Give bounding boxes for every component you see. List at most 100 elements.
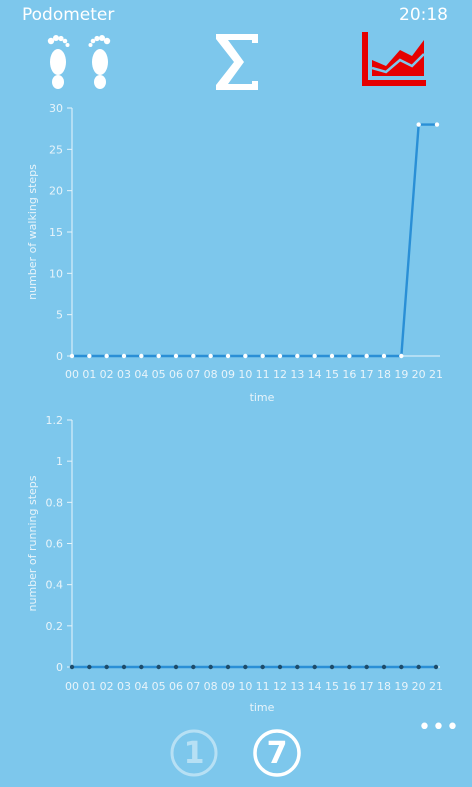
- x-tick-label: 15: [325, 368, 339, 381]
- data-point: [364, 664, 369, 670]
- x-tick-label: 17: [360, 680, 374, 693]
- y-tick-label: 15: [49, 226, 63, 239]
- y-tick-label: 5: [56, 309, 63, 322]
- x-tick-label: 02: [100, 368, 114, 381]
- data-point: [191, 664, 196, 670]
- x-tick-label: 05: [152, 368, 166, 381]
- data-point: [69, 353, 75, 359]
- data-point: [260, 353, 265, 359]
- data-point: [156, 664, 161, 670]
- data-point: [104, 353, 109, 359]
- data-point: [399, 664, 404, 670]
- x-tick-label: 18: [377, 680, 391, 693]
- y-tick-label: 1.2: [46, 414, 64, 427]
- x-tick-label: 19: [394, 680, 408, 693]
- data-point: [381, 353, 387, 359]
- x-tick-label: 08: [204, 368, 218, 381]
- footprints-icon: [47, 35, 111, 89]
- sigma-icon: [216, 34, 258, 90]
- data-point: [381, 664, 387, 670]
- data-point: [225, 664, 231, 670]
- x-tick-label: 07: [186, 680, 200, 693]
- clock: 20:18: [399, 5, 448, 25]
- y-tick-label: 0.8: [46, 496, 64, 509]
- x-tick-label: 19: [394, 368, 408, 381]
- app-title: Podometer: [22, 5, 115, 25]
- x-tick-label: 13: [290, 680, 304, 693]
- data-point: [277, 353, 283, 359]
- x-tick-label: 01: [82, 368, 96, 381]
- data-point: [260, 664, 265, 670]
- data-point: [139, 664, 144, 670]
- data-point: [243, 353, 248, 359]
- x-tick-label: 18: [377, 368, 391, 381]
- x-tick-label: 10: [238, 680, 252, 693]
- x-tick-label: 06: [169, 368, 183, 381]
- chart-view-button[interactable]: [360, 30, 430, 94]
- x-tick-label: 16: [342, 680, 356, 693]
- data-point: [295, 664, 300, 670]
- x-tick-label: 21: [429, 680, 443, 693]
- x-axis-title: time: [250, 391, 275, 404]
- area-chart-icon: [362, 32, 426, 86]
- data-point: [364, 353, 369, 359]
- data-point: [329, 353, 335, 359]
- data-point: [208, 353, 213, 359]
- x-tick-label: 05: [152, 680, 166, 693]
- running-steps-chart: 0 0.2 0.4 0.6 0.8 1 1.2 00 01 02 03 04 05 06 07 08 09 10 1…: [0, 410, 472, 722]
- data-point: [69, 664, 75, 670]
- week-period-button[interactable]: 7: [252, 728, 302, 778]
- app-bar: 1 7 •••: [0, 717, 472, 787]
- data-point: [121, 353, 127, 359]
- x-tick-label: 07: [186, 368, 200, 381]
- x-tick-label: 14: [308, 368, 322, 381]
- data-point: [347, 353, 352, 359]
- y-axis-title: number of walking steps: [26, 164, 39, 300]
- walking-steps-chart: 0 5 10 15 20 25 30 00 01 02 03 04 05 06 07 08 09 10 11 12 13…: [0, 98, 472, 408]
- y-tick-label: 10: [49, 267, 63, 280]
- x-tick-label: 12: [273, 680, 287, 693]
- y-tick-label: 30: [49, 102, 63, 115]
- x-tick-label: 00: [65, 680, 79, 693]
- x-tick-label: 03: [117, 680, 131, 693]
- x-tick-label: 06: [169, 680, 183, 693]
- more-options-button[interactable]: •••: [418, 717, 459, 742]
- x-axis-title: time: [250, 701, 275, 714]
- x-tick-label: 09: [221, 680, 235, 693]
- data-point: [104, 664, 109, 670]
- sum-view-button[interactable]: [204, 30, 274, 94]
- data-point: [295, 353, 300, 359]
- data-point: [434, 122, 440, 127]
- y-tick-label: 25: [49, 143, 63, 156]
- y-tick-label: 1: [56, 455, 63, 468]
- data-point: [173, 664, 179, 670]
- x-tick-label: 20: [412, 680, 426, 693]
- y-tick-label: 0: [56, 661, 63, 674]
- data-point: [243, 664, 248, 670]
- data-point: [208, 664, 213, 670]
- data-point: [329, 664, 335, 670]
- data-point: [399, 353, 404, 359]
- y-tick-label: 0.4: [46, 579, 64, 592]
- x-tick-label: 17: [360, 368, 374, 381]
- x-tick-label: 13: [290, 368, 304, 381]
- steps-view-button[interactable]: [40, 30, 111, 94]
- x-tick-label: 15: [325, 680, 339, 693]
- data-point: [191, 353, 196, 359]
- x-tick-label: 00: [65, 368, 79, 381]
- data-point: [156, 353, 161, 359]
- data-point: [433, 664, 439, 670]
- x-tick-label: 11: [256, 368, 270, 381]
- y-tick-label: 0: [56, 350, 63, 363]
- data-point: [121, 664, 127, 670]
- day-period-button[interactable]: 1: [169, 728, 219, 778]
- data-point: [173, 353, 179, 359]
- x-tick-label: 14: [308, 680, 322, 693]
- data-point: [416, 122, 421, 127]
- x-tick-label: 11: [256, 680, 270, 693]
- x-tick-label: 20: [412, 368, 426, 381]
- data-point: [312, 353, 317, 359]
- x-tick-label: 21: [429, 368, 443, 381]
- x-tick-label: 12: [273, 368, 287, 381]
- y-tick-label: 0.6: [46, 538, 64, 551]
